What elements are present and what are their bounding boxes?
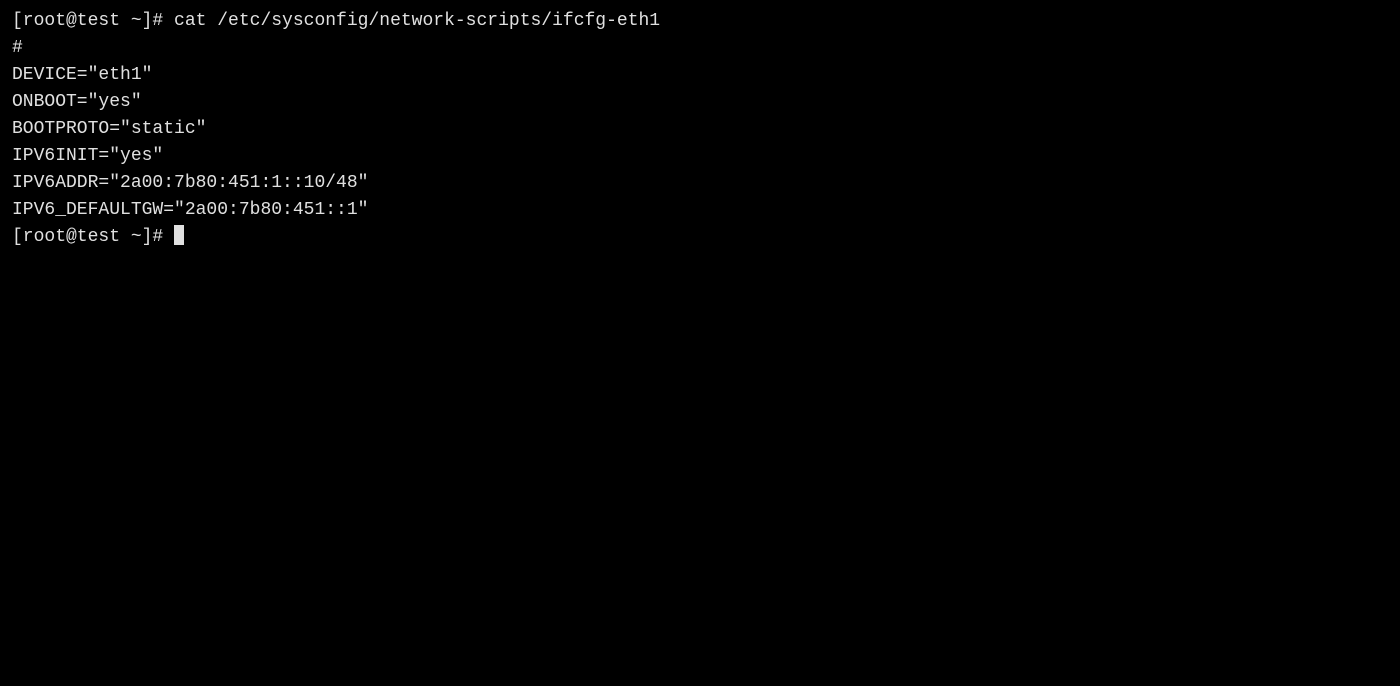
shell-prompt: [root@test ~]# [12,11,174,31]
terminal-window[interactable]: [root@test ~]# cat /etc/sysconfig/networ… [12,8,1388,251]
command-line-1: [root@test ~]# cat /etc/sysconfig/networ… [12,8,1388,35]
output-line: # [12,35,1388,62]
command-text: cat /etc/sysconfig/network-scripts/ifcfg… [174,11,660,31]
shell-prompt: [root@test ~]# [12,227,174,247]
command-line-2[interactable]: [root@test ~]# [12,224,1388,251]
cursor-icon [174,225,184,245]
output-line: IPV6INIT="yes" [12,143,1388,170]
output-line: DEVICE="eth1" [12,62,1388,89]
output-line: BOOTPROTO="static" [12,116,1388,143]
output-line: IPV6_DEFAULTGW="2a00:7b80:451::1" [12,197,1388,224]
output-line: ONBOOT="yes" [12,89,1388,116]
output-line: IPV6ADDR="2a00:7b80:451:1::10/48" [12,170,1388,197]
